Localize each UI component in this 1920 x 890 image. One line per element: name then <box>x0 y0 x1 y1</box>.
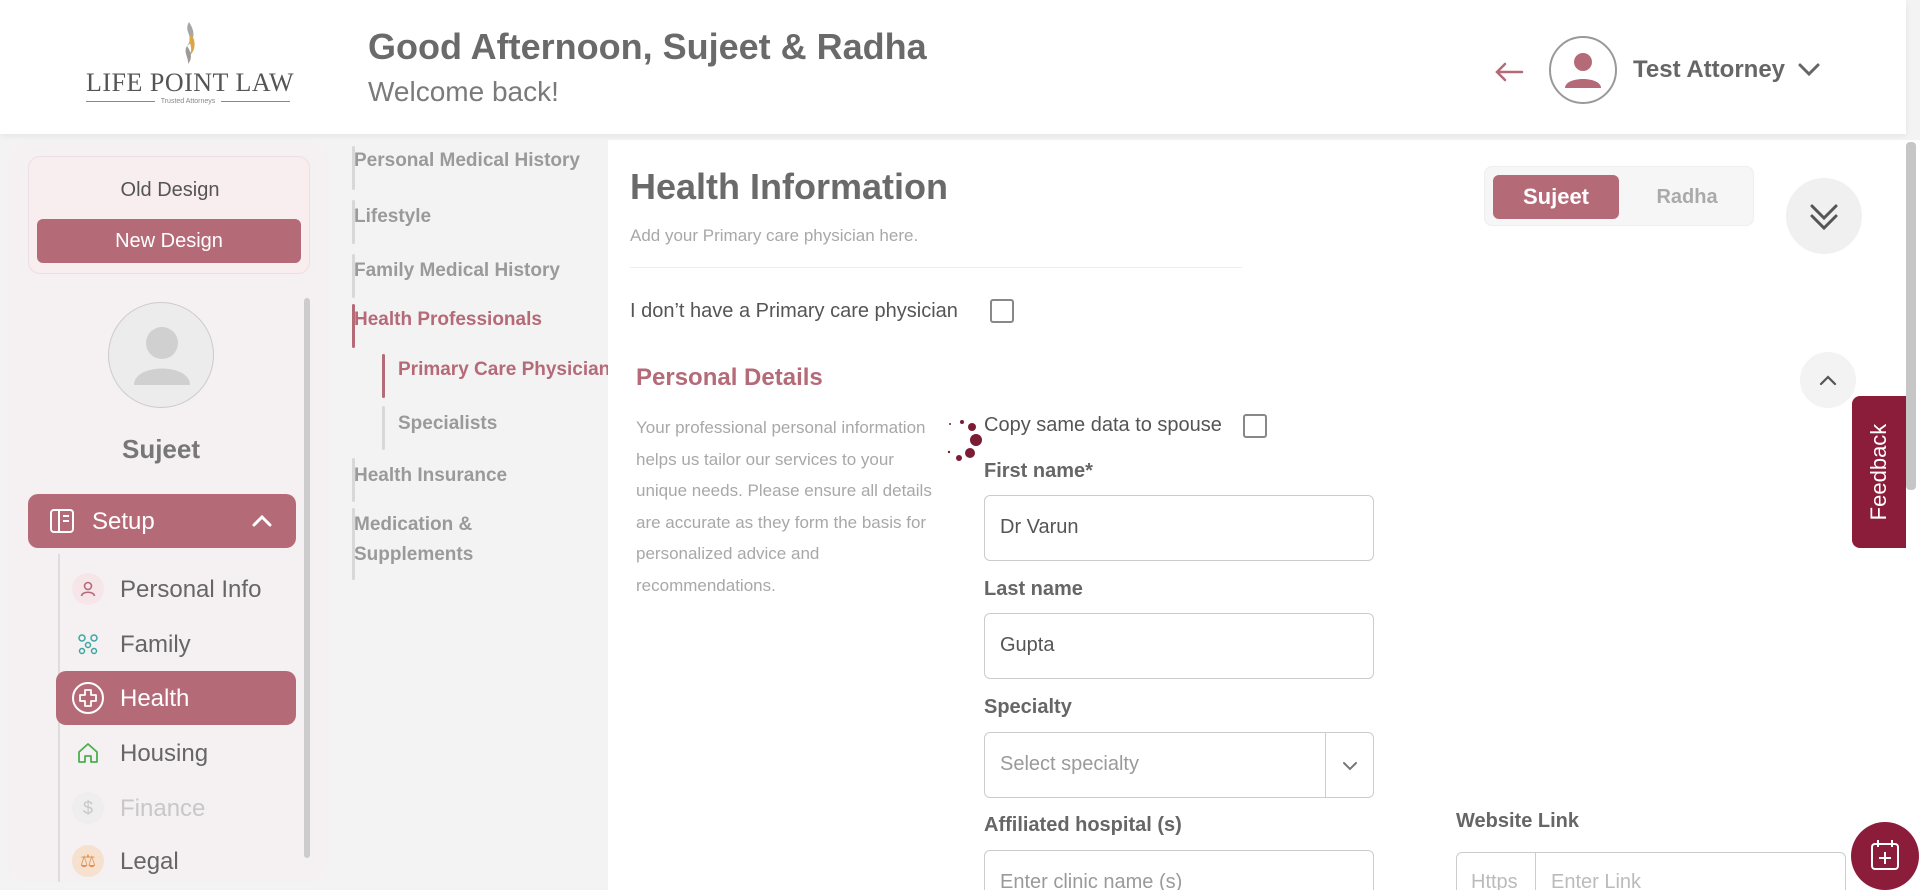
feedback-tab[interactable]: Feedback <box>1852 396 1906 548</box>
section-nav-lifestyle[interactable]: Lifestyle <box>354 202 431 232</box>
sidebar-item-label: Housing <box>120 740 209 767</box>
section-nav-personal-medical-history[interactable]: Personal Medical History <box>354 146 580 176</box>
hospital-placeholder: Enter clinic name (s) <box>1000 871 1183 890</box>
chevron-up-icon <box>1819 375 1837 386</box>
hospital-field[interactable]: Enter clinic name (s) <box>984 850 1374 890</box>
setup-label: Setup <box>92 508 155 535</box>
no-pcp-checkbox[interactable] <box>990 299 1014 323</box>
section-nav-primary-care-physician[interactable]: Primary Care Physician <box>398 355 610 385</box>
sidebar-item-personal-info[interactable]: Personal Info <box>56 562 296 616</box>
main-scrollbar[interactable] <box>1906 142 1916 490</box>
calendar-fab-button[interactable] <box>1851 822 1919 890</box>
profile-avatar[interactable] <box>108 302 214 408</box>
first-name-label: First name* <box>984 460 1093 482</box>
legal-icon: ⚖ <box>72 845 104 877</box>
section-nav-medication-line2: Supplements <box>354 544 474 565</box>
page-title: Health Information <box>630 166 949 207</box>
chevron-down-icon[interactable] <box>1795 56 1823 82</box>
first-name-value: Dr Varun <box>1000 516 1079 538</box>
toggle-sujeet[interactable]: Sujeet <box>1493 175 1619 219</box>
health-cross-icon <box>72 682 104 714</box>
profile-name: Sujeet <box>121 434 201 464</box>
family-icon <box>72 628 104 660</box>
health-information-panel: Health Information Add your Primary care… <box>608 140 1920 890</box>
greeting-title: Good Afternoon, Sujeet & Radha <box>368 26 927 67</box>
calendar-add-icon <box>1871 840 1899 870</box>
design-switcher: Old Design New Design <box>28 156 310 274</box>
health-section-nav: Personal Medical History Lifestyle Famil… <box>340 140 610 600</box>
sidebar-item-label: Family <box>120 631 191 658</box>
chevron-up-icon <box>252 514 272 527</box>
section-nav-specialists[interactable]: Specialists <box>398 409 497 439</box>
website-field[interactable]: Https Enter Link <box>1456 852 1846 890</box>
personal-details-title: Personal Details <box>636 364 823 391</box>
old-design-button[interactable]: Old Design <box>29 179 311 202</box>
sidebar-item-label: Health <box>120 685 190 712</box>
specialty-placeholder: Select specialty <box>1000 753 1139 775</box>
specialty-label: Specialty <box>984 696 1072 718</box>
back-arrow-icon[interactable] <box>1492 52 1526 92</box>
double-chevron-down-icon <box>1810 204 1838 231</box>
sidebar-item-housing[interactable]: Housing <box>56 726 296 780</box>
profile-avatar-icon <box>134 327 190 385</box>
brand-name: LIFE POINT LAW <box>86 68 295 97</box>
flame-logo-icon <box>185 22 195 64</box>
website-prefix: Https <box>1471 871 1518 890</box>
sidebar-item-label: Finance <box>120 795 206 822</box>
section-nav-health-professionals[interactable]: Health Professionals <box>354 305 542 335</box>
website-placeholder: Enter Link <box>1551 871 1642 890</box>
last-name-field[interactable]: Gupta <box>984 613 1374 679</box>
personal-details-description: Your professional personal information h… <box>636 418 932 595</box>
last-name-value: Gupta <box>1000 634 1055 656</box>
first-name-field[interactable]: Dr Varun <box>984 495 1374 561</box>
copy-to-spouse-checkbox[interactable] <box>1243 414 1267 438</box>
nav-subrail-active <box>382 354 385 398</box>
person-toggle: Sujeet Radha <box>1484 166 1754 226</box>
brand-tagline: Trusted Attorneys <box>86 98 290 105</box>
website-label: Website Link <box>1456 810 1579 832</box>
home-icon <box>72 737 104 769</box>
sidebar-item-finance[interactable]: $ Finance <box>56 781 296 835</box>
no-pcp-label: I don’t have a Primary care physician <box>630 300 958 322</box>
user-name[interactable]: Test Attorney <box>1633 56 1785 84</box>
section-nav-medication-line1: Medication & <box>354 514 473 535</box>
nav-subrail <box>382 406 385 450</box>
select-divider <box>1325 733 1326 797</box>
feedback-label: Feedback <box>1866 423 1891 521</box>
dollar-icon: $ <box>72 792 104 824</box>
last-name-label: Last name <box>984 578 1083 600</box>
collapse-section-button[interactable] <box>1800 352 1856 408</box>
sidebar-item-label: Personal Info <box>120 576 262 603</box>
title-divider <box>630 267 1242 268</box>
left-sidebar: Old Design New Design Sujeet Setup Perso… <box>8 142 328 882</box>
brand-logo[interactable]: LIFE POINT LAW Trusted Attorneys <box>86 20 295 110</box>
sidebar-item-health[interactable]: Health <box>56 671 296 725</box>
sidebar-item-legal[interactable]: ⚖ Legal <box>56 834 296 882</box>
toggle-radha[interactable]: Radha <box>1625 175 1749 219</box>
top-header: LIFE POINT LAW Trusted Attorneys Good Af… <box>0 0 1906 134</box>
section-nav-medication-supplements[interactable]: Medication & Supplements <box>354 510 473 570</box>
setup-menu-button[interactable]: Setup <box>28 494 296 548</box>
sidebar-item-label: Legal <box>120 848 179 875</box>
copy-to-spouse-label: Copy same data to spouse <box>984 414 1222 436</box>
section-nav-health-insurance[interactable]: Health Insurance <box>354 461 507 491</box>
website-divider <box>1535 853 1536 890</box>
section-nav-family-medical-history[interactable]: Family Medical History <box>354 256 560 286</box>
collapse-all-button[interactable] <box>1786 178 1862 254</box>
specialty-select[interactable]: Select specialty <box>984 732 1374 798</box>
user-avatar[interactable] <box>1549 36 1617 104</box>
chevron-down-icon <box>1343 762 1357 771</box>
new-design-button[interactable]: New Design <box>37 219 301 263</box>
user-avatar-icon <box>1565 53 1601 88</box>
sidebar-item-family[interactable]: Family <box>56 617 296 671</box>
sidebar-scrollbar[interactable] <box>304 298 310 858</box>
setup-book-icon <box>50 509 74 533</box>
hospital-label: Affiliated hospital (s) <box>984 814 1182 836</box>
page-subtitle: Add your Primary care physician here. <box>630 226 919 245</box>
person-icon <box>72 573 104 605</box>
welcome-text: Welcome back! <box>368 76 559 107</box>
